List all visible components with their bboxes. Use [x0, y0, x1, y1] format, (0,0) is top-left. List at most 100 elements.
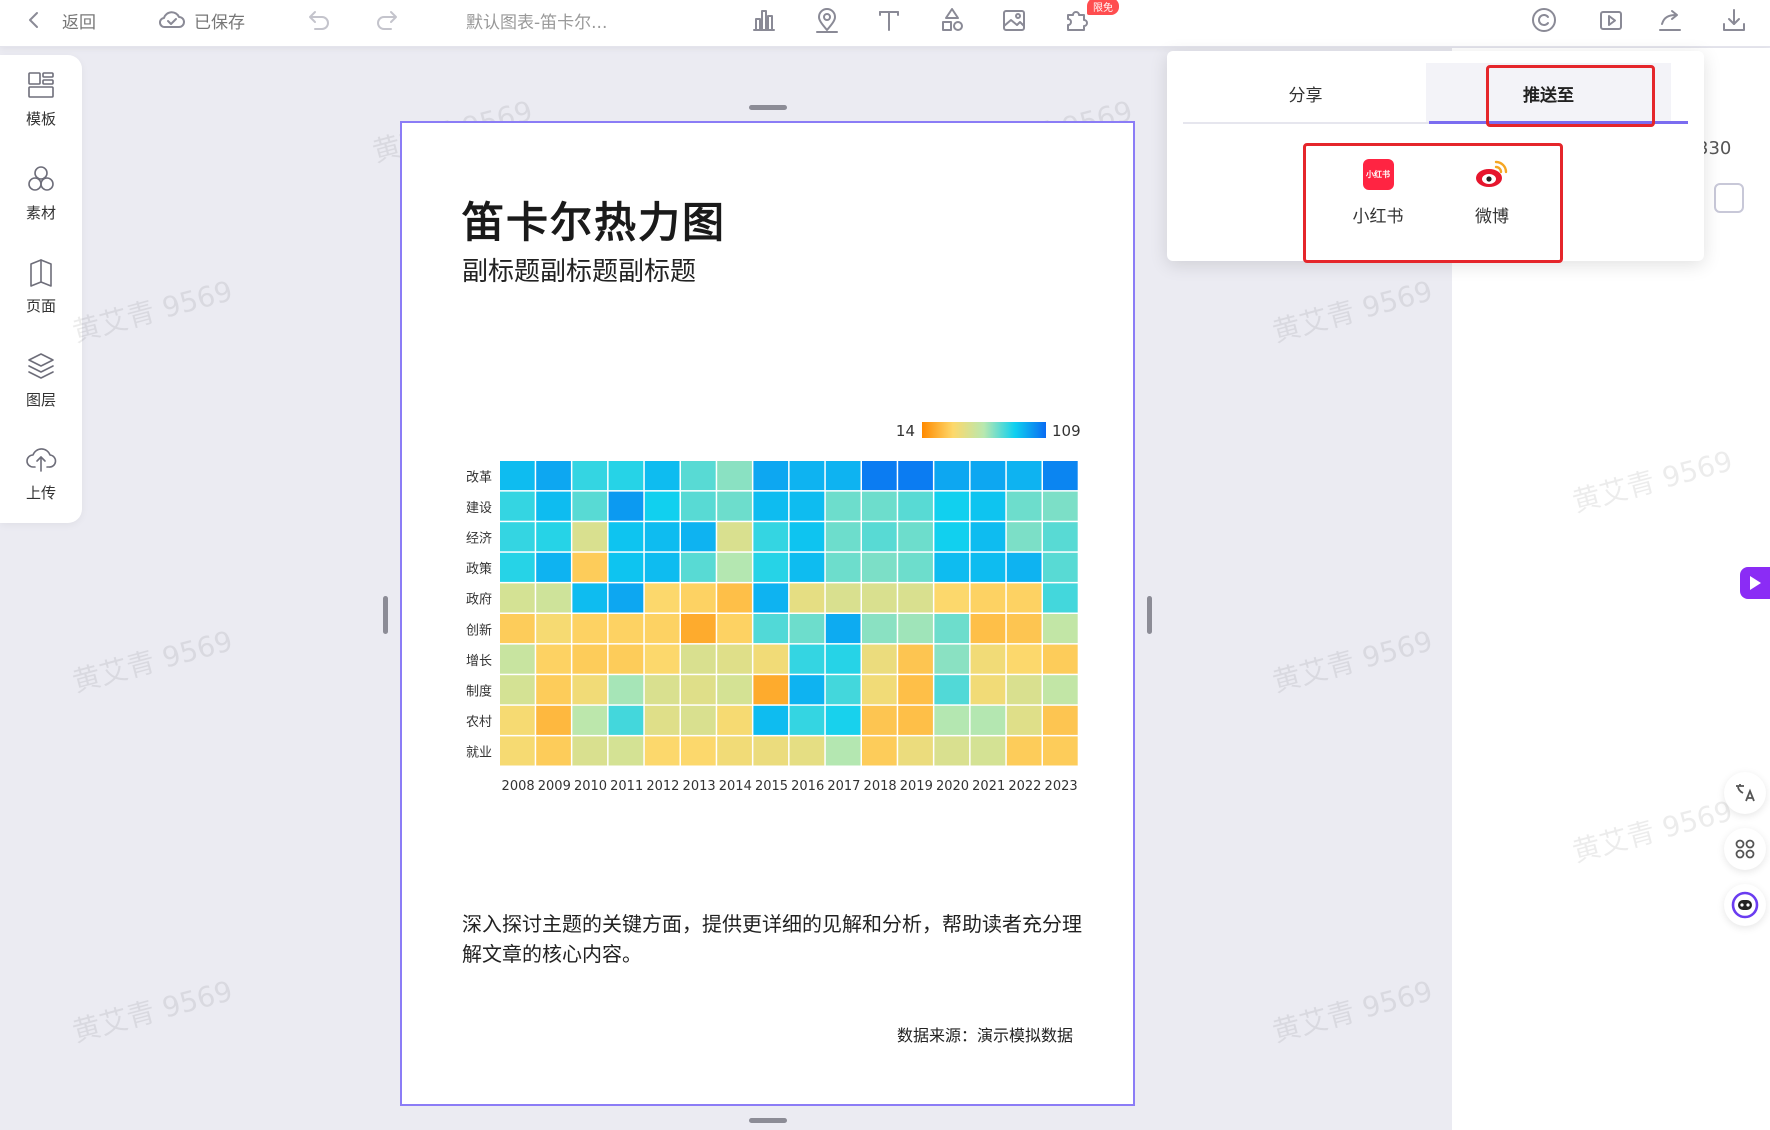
heatmap-cell[interactable] [717, 522, 752, 552]
heatmap-cell[interactable] [536, 705, 571, 735]
heatmap-cell[interactable] [572, 736, 608, 766]
back-button[interactable]: 返回 [24, 0, 96, 40]
heatmap-cell[interactable] [500, 522, 535, 552]
heatmap-cell[interactable] [789, 522, 825, 552]
heatmap-cell[interactable] [500, 614, 535, 644]
share-button[interactable] [1656, 0, 1684, 40]
heatmap-cell[interactable] [825, 552, 861, 582]
heatmap-cell[interactable] [608, 736, 644, 766]
heatmap-cell[interactable] [970, 675, 1006, 705]
heatmap-cell[interactable] [862, 552, 897, 582]
heatmap-cell[interactable] [825, 491, 861, 521]
heatmap-cell[interactable] [862, 491, 897, 521]
heatmap-cell[interactable] [500, 461, 535, 491]
heatmap-cell[interactable] [1043, 705, 1078, 735]
heatmap-cell[interactable] [898, 552, 933, 582]
heatmap-cell[interactable] [500, 491, 535, 521]
platform-weibo[interactable]: 微博 [1452, 159, 1532, 227]
tab-push-to[interactable]: 推送至 [1426, 63, 1671, 123]
heatmap-cell[interactable] [681, 522, 716, 552]
resize-handle-right[interactable] [1147, 596, 1152, 634]
document-title[interactable]: 默认图表-笛卡尔... [466, 0, 607, 40]
heatmap-cell[interactable] [536, 583, 571, 613]
heatmap-cell[interactable] [898, 675, 933, 705]
heatmap-cell[interactable] [572, 675, 608, 705]
heatmap-cell[interactable] [898, 583, 933, 613]
heatmap-cell[interactable] [789, 736, 825, 766]
heatmap-cell[interactable] [572, 522, 608, 552]
heatmap-cell[interactable] [572, 461, 608, 491]
heatmap-cell[interactable] [862, 644, 897, 674]
heatmap-cell[interactable] [644, 705, 680, 735]
heatmap-cell[interactable] [644, 675, 680, 705]
heatmap-cell[interactable] [898, 736, 933, 766]
heatmap-cell[interactable] [789, 583, 825, 613]
heatmap-cell[interactable] [681, 675, 716, 705]
heatmap-cell[interactable] [970, 644, 1006, 674]
heatmap-cell[interactable] [862, 583, 897, 613]
heatmap-cell[interactable] [500, 644, 535, 674]
heatmap-cell[interactable] [934, 522, 970, 552]
heatmap-cell[interactable] [1006, 614, 1042, 644]
sidebar-item-templates[interactable]: 模板 [0, 69, 82, 149]
heatmap-cell[interactable] [970, 461, 1006, 491]
heatmap-cell[interactable] [753, 522, 789, 552]
heatmap-cell[interactable] [536, 675, 571, 705]
heatmap-cell[interactable] [536, 552, 571, 582]
heatmap-cell[interactable] [1043, 736, 1078, 766]
heatmap-cell[interactable] [970, 705, 1006, 735]
insert-shape-button[interactable] [938, 0, 966, 40]
heatmap-cell[interactable] [644, 461, 680, 491]
heatmap-cell[interactable] [1043, 675, 1078, 705]
heatmap-cell[interactable] [608, 705, 644, 735]
heatmap-cell[interactable] [500, 736, 535, 766]
heatmap-cell[interactable] [753, 583, 789, 613]
heatmap-cell[interactable] [536, 522, 571, 552]
heatmap-cell[interactable] [970, 522, 1006, 552]
resize-handle-bottom[interactable] [749, 1118, 787, 1123]
chart-description[interactable]: 深入探讨主题的关键方面，提供更详细的见解和分析，帮助读者充分理解文章的核心内容。 [462, 909, 1082, 969]
heatmap-cell[interactable] [644, 491, 680, 521]
heatmap-cell[interactable] [862, 461, 897, 491]
heatmap-cell[interactable] [536, 644, 571, 674]
heatmap-cell[interactable] [681, 705, 716, 735]
insert-chart-button[interactable] [750, 0, 778, 40]
heatmap-cell[interactable] [536, 461, 571, 491]
heatmap-cell[interactable] [934, 552, 970, 582]
heatmap-cell[interactable] [608, 461, 644, 491]
heatmap-cell[interactable] [825, 583, 861, 613]
heatmap-cell[interactable] [862, 675, 897, 705]
preview-button[interactable] [1597, 0, 1625, 40]
heatmap-cell[interactable] [862, 522, 897, 552]
heatmap-cell[interactable] [681, 736, 716, 766]
heatmap-cell[interactable] [898, 705, 933, 735]
heatmap-cell[interactable] [1006, 583, 1042, 613]
heatmap-cell[interactable] [1006, 736, 1042, 766]
heatmap-cell[interactable] [1043, 461, 1078, 491]
heatmap-cell[interactable] [644, 522, 680, 552]
heatmap-cell[interactable] [717, 675, 752, 705]
heatmap-cell[interactable] [717, 583, 752, 613]
heatmap-cell[interactable] [1043, 614, 1078, 644]
resize-handle-left[interactable] [383, 596, 388, 634]
heatmap-cell[interactable] [1043, 583, 1078, 613]
heatmap-cell[interactable] [681, 461, 716, 491]
translate-button[interactable] [1724, 772, 1766, 814]
heatmap-cell[interactable] [1006, 552, 1042, 582]
heatmap-cell[interactable] [970, 583, 1006, 613]
heatmap-cell[interactable] [644, 736, 680, 766]
heatmap-cell[interactable] [1006, 644, 1042, 674]
heatmap-cell[interactable] [789, 705, 825, 735]
heatmap-cell[interactable] [500, 705, 535, 735]
heatmap-cell[interactable] [789, 614, 825, 644]
heatmap-cell[interactable] [789, 461, 825, 491]
heatmap-cell[interactable] [608, 614, 644, 644]
heatmap-cell[interactable] [536, 736, 571, 766]
heatmap-cell[interactable] [572, 614, 608, 644]
ai-assistant-button[interactable] [1724, 884, 1766, 926]
heatmap-cell[interactable] [572, 552, 608, 582]
heatmap-cell[interactable] [898, 491, 933, 521]
heatmap-cell[interactable] [934, 644, 970, 674]
canvas-page[interactable]: 笛卡尔热力图 副标题副标题副标题 14 109 改革 建设 经济 政策 政府 创新 增长 制度… [400, 121, 1135, 1106]
download-button[interactable] [1720, 0, 1748, 40]
